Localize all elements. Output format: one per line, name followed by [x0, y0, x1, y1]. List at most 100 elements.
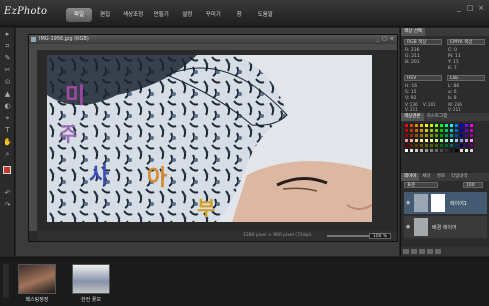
photo-text-1: 미 [65, 84, 85, 109]
layer-row[interactable]: ◉ 레이어1 [404, 192, 487, 214]
value-lab-b: b: 8 [448, 96, 457, 101]
doc-maximize-icon[interactable]: □ [382, 35, 387, 44]
zoom-field[interactable]: 100 % [369, 233, 391, 239]
mask-icon[interactable] [411, 249, 417, 254]
new-layer-icon[interactable] [403, 249, 409, 254]
thumbnail-label: 페스팅정장 [25, 297, 49, 303]
tab-layers-2[interactable]: 경로 [434, 173, 448, 181]
menu-item-0[interactable]: 파일 [66, 8, 92, 22]
tool-6-icon[interactable]: ◐ [1, 101, 14, 112]
document-window: IMG-1956.jpg (RGB) _ □ × 미 주 사 아 부 1280 … [28, 34, 398, 242]
filmstrip-handle[interactable] [3, 264, 9, 298]
tool-3-icon[interactable]: ✂ [1, 65, 14, 76]
cmyk-mode-select[interactable]: CMYK 색상 [447, 39, 485, 45]
tool-9-icon[interactable]: ✋ [1, 137, 14, 148]
rgb-mode-select[interactable]: RGB 색상 [404, 39, 442, 45]
tool-7-icon[interactable]: ⌖ [1, 113, 14, 124]
value-b: B: 201 [405, 60, 420, 65]
color-picker-panel: RGB 색상 CMYK 색상 R: 236 G: 211 B: 201 C: 0… [401, 36, 489, 113]
app-logo: EzPhoto [4, 6, 48, 17]
tab-layers-3[interactable]: 작업내역 [448, 173, 471, 181]
photo-text-3: 사 [89, 164, 110, 189]
color-swatch-grid [404, 123, 486, 153]
app-window: EzPhoto 파일 편집 색상조정 만들기 설정 꾸미기 창 도움말 _ □ × ▸ ⌗ ✎ ✂ ⊙ ▲ ◐… [0, 0, 489, 306]
foreground-color-swatch[interactable] [3, 166, 11, 174]
zoom-slider[interactable] [327, 235, 375, 237]
effect-icon[interactable] [419, 249, 425, 254]
value-m: M: 11 [448, 54, 461, 59]
blend-mode-select[interactable]: 표준 [404, 182, 438, 188]
main-menu: 파일 편집 색상조정 만들기 설정 꾸미기 창 도움말 [66, 8, 278, 22]
value-y: Y: 15 [448, 60, 459, 65]
tool-4-icon[interactable]: ⊙ [1, 77, 14, 88]
horizontal-ruler [37, 44, 397, 50]
hsv-mode-select[interactable]: HSV [404, 75, 442, 81]
layer-row[interactable]: ◉ 배경 레이어 [404, 216, 487, 238]
tool-2-icon[interactable]: ✎ [1, 53, 14, 64]
lab-mode-select[interactable]: Lab [447, 75, 485, 81]
tool-0-icon[interactable]: ▸ [1, 29, 14, 40]
eye-icon[interactable]: ◉ [406, 224, 410, 230]
document-controls: _ □ × [377, 35, 394, 44]
tab-layers-1[interactable]: 채널 [419, 173, 433, 181]
layers-panel-tabs: 레이어 채널 경로 작업내역 [401, 173, 489, 181]
value-s: S: 15 [405, 90, 417, 95]
layer-actions [401, 247, 489, 256]
thumbnail-1[interactable] [18, 264, 56, 294]
title-bar: EzPhoto 파일 편집 색상조정 만들기 설정 꾸미기 창 도움말 _ □ × [0, 0, 489, 27]
tab-histogram[interactable]: 히스토그램 [424, 113, 451, 121]
layer-thumbnail [414, 218, 428, 236]
layer-mask-thumbnail [431, 194, 445, 212]
doc-close-icon[interactable]: × [390, 35, 394, 44]
opacity-field[interactable]: 100 [463, 182, 483, 188]
maximize-icon[interactable]: □ [466, 4, 474, 12]
menu-item-3[interactable]: 만들기 [148, 8, 174, 22]
window-controls: _ □ × [455, 4, 485, 12]
doc-minimize-icon[interactable]: _ [377, 35, 380, 44]
layers-panel: 레이어 채널 경로 작업내역 표준 100 ◉ 레이어1 ◉ 배경 레이어 [401, 173, 489, 256]
color-panel-tabs: 색상 선택 [401, 28, 489, 36]
color-swatch[interactable] [469, 148, 474, 153]
value-k: K: 7 [448, 66, 457, 71]
tab-color-select[interactable]: 색상 선택 [401, 28, 425, 36]
value-a: a: 6 [448, 90, 457, 95]
layer-options: 표준 100 [401, 181, 489, 190]
thumbnail-label: 한컨 꽃모 [81, 297, 101, 303]
thumbnail-2[interactable] [72, 264, 110, 294]
tool-10-icon[interactable]: ⌕ [1, 149, 14, 160]
photo: 미 주 사 아 부 [47, 55, 372, 222]
value-r: R: 236 [405, 48, 420, 53]
tab-layers-0[interactable]: 레이어 [401, 173, 420, 181]
swatch-panel-tabs: 색상견본 히스토그램 [401, 113, 489, 121]
image-size-label: 1280 pixel × 960 pixel (72dpi) [243, 233, 312, 238]
vertical-ruler [29, 44, 37, 231]
menu-item-7[interactable]: 도움말 [252, 8, 278, 22]
tool-11-icon[interactable]: ↶ [1, 188, 14, 199]
tool-12-icon[interactable]: ↷ [1, 200, 14, 211]
extra-value-5: V: 211 [448, 107, 461, 112]
right-panels: 색상 선택 RGB 색상 CMYK 색상 R: 236 G: 211 B: 20… [400, 28, 489, 256]
value-g: G: 211 [405, 54, 421, 59]
minimize-icon[interactable]: _ [455, 4, 463, 12]
menu-item-2[interactable]: 색상조정 [118, 8, 148, 22]
layer-name: 레이어1 [450, 201, 467, 207]
menu-item-4[interactable]: 설정 [174, 8, 200, 22]
close-icon[interactable]: × [477, 4, 485, 12]
menu-item-1[interactable]: 편집 [92, 8, 118, 22]
menu-item-5[interactable]: 꾸미기 [200, 8, 226, 22]
extra-value-3: V: 201 [423, 102, 436, 107]
document-title-bar[interactable]: IMG-1956.jpg (RGB) _ □ × [29, 35, 397, 44]
filmstrip: 페스팅정장 한컨 꽃모 [0, 257, 489, 306]
delete-icon[interactable] [435, 249, 441, 254]
tab-swatches[interactable]: 색상견본 [401, 113, 424, 121]
layer-thumbnail [414, 194, 428, 212]
image-canvas[interactable]: 미 주 사 아 부 [47, 55, 372, 222]
menu-item-6[interactable]: 창 [226, 8, 252, 22]
tool-8-icon[interactable]: T [1, 125, 14, 136]
tool-1-icon[interactable]: ⌗ [1, 41, 14, 52]
eye-icon[interactable]: ◉ [406, 200, 410, 206]
value-v: V: 92 [405, 96, 417, 101]
folder-icon[interactable] [427, 249, 433, 254]
value-l: L: 86 [448, 84, 460, 89]
tool-5-icon[interactable]: ▲ [1, 89, 14, 100]
